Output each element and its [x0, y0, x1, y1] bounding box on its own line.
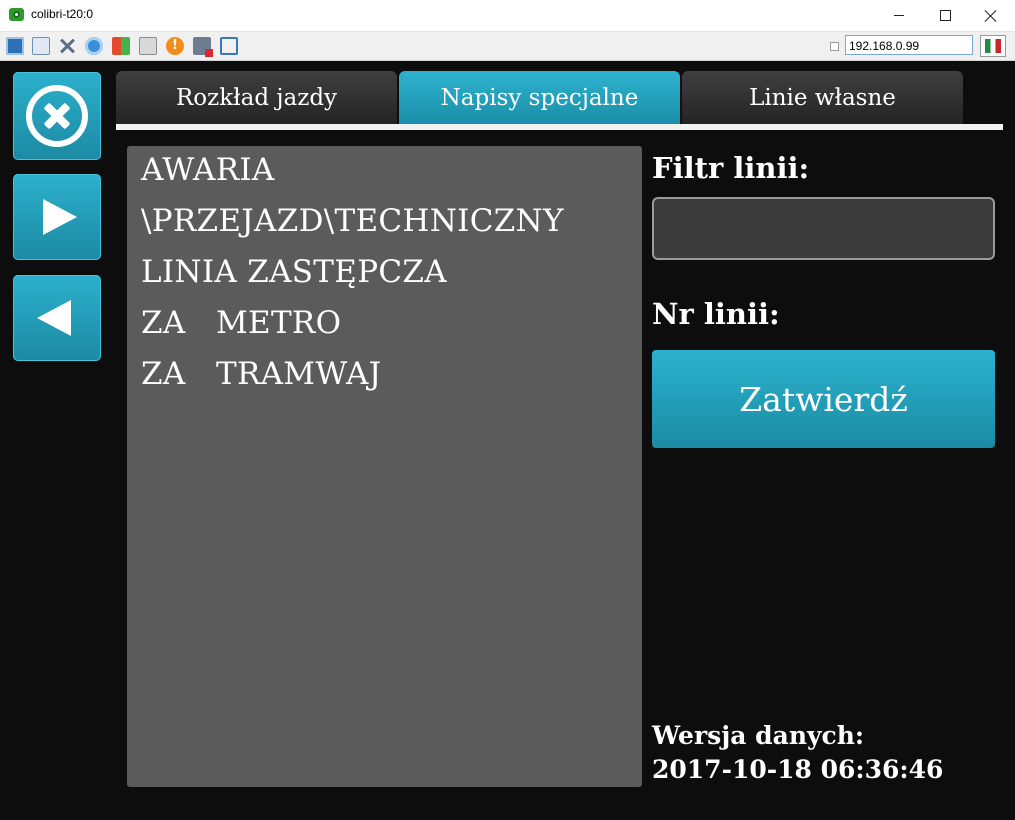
minimize-button[interactable] — [876, 0, 922, 31]
maximize-icon — [939, 10, 951, 21]
tab-rozklad-jazdy[interactable]: Rozkład jazdy — [116, 71, 397, 124]
play-left-icon — [37, 300, 71, 336]
ip-address-field[interactable]: 192.168.0.99 — [845, 35, 973, 55]
filter-label: Filtr linii: — [652, 151, 810, 185]
close-window-button[interactable] — [968, 0, 1014, 31]
window-title-bar: colibri-t20:0 — [0, 0, 1015, 32]
next-button[interactable] — [13, 174, 101, 260]
tab-napisy-specjalne[interactable]: Napisy specjalne — [399, 71, 680, 124]
refresh-icon[interactable] — [85, 37, 103, 55]
exit-button[interactable] — [13, 72, 101, 160]
tools-icon[interactable] — [58, 37, 76, 55]
play-right-icon — [43, 199, 77, 235]
data-version-date: 2017-10-18 06:36:46 — [652, 755, 944, 784]
previous-button[interactable] — [13, 275, 101, 361]
data-version-label: Wersja danych: — [652, 721, 865, 750]
flag-icon[interactable] — [980, 35, 1006, 57]
alert-icon[interactable]: ! — [166, 37, 184, 55]
network-disconnect-icon[interactable] — [193, 37, 213, 57]
list-item[interactable]: LINIA ZASTĘPCZA — [141, 254, 447, 290]
confirm-button[interactable]: Zatwierdź — [652, 350, 995, 448]
line-filter-input[interactable] — [652, 197, 995, 260]
toolbar-checkbox[interactable] — [830, 42, 839, 51]
monitor-icon[interactable] — [6, 37, 24, 55]
list-item[interactable]: ZA METRO — [141, 305, 341, 341]
windows-logo-icon[interactable] — [112, 37, 130, 55]
list-item[interactable]: \PRZEJAZD\TECHNICZNY — [141, 203, 564, 239]
tab-underline — [116, 124, 1003, 130]
line-number-label: Nr linii: — [652, 297, 780, 331]
minimize-icon — [894, 15, 904, 16]
tab-linie-wlasne[interactable]: Linie własne — [682, 71, 963, 124]
close-circle-icon — [26, 85, 88, 147]
list-item[interactable]: AWARIA — [141, 152, 275, 188]
app-screen: Rozkład jazdy Napisy specjalne Linie wła… — [0, 61, 1015, 820]
keyboard-icon[interactable] — [139, 37, 157, 55]
close-icon — [984, 9, 998, 23]
maximize-button[interactable] — [922, 0, 968, 31]
window-title: colibri-t20:0 — [31, 7, 94, 21]
app-icon — [9, 8, 24, 21]
windows-icon[interactable] — [32, 37, 50, 55]
list-item[interactable]: ZA TRAMWAJ — [141, 356, 381, 392]
fullscreen-icon[interactable] — [220, 37, 238, 55]
special-messages-list[interactable]: AWARIA \PRZEJAZD\TECHNICZNY LINIA ZASTĘP… — [127, 146, 642, 787]
